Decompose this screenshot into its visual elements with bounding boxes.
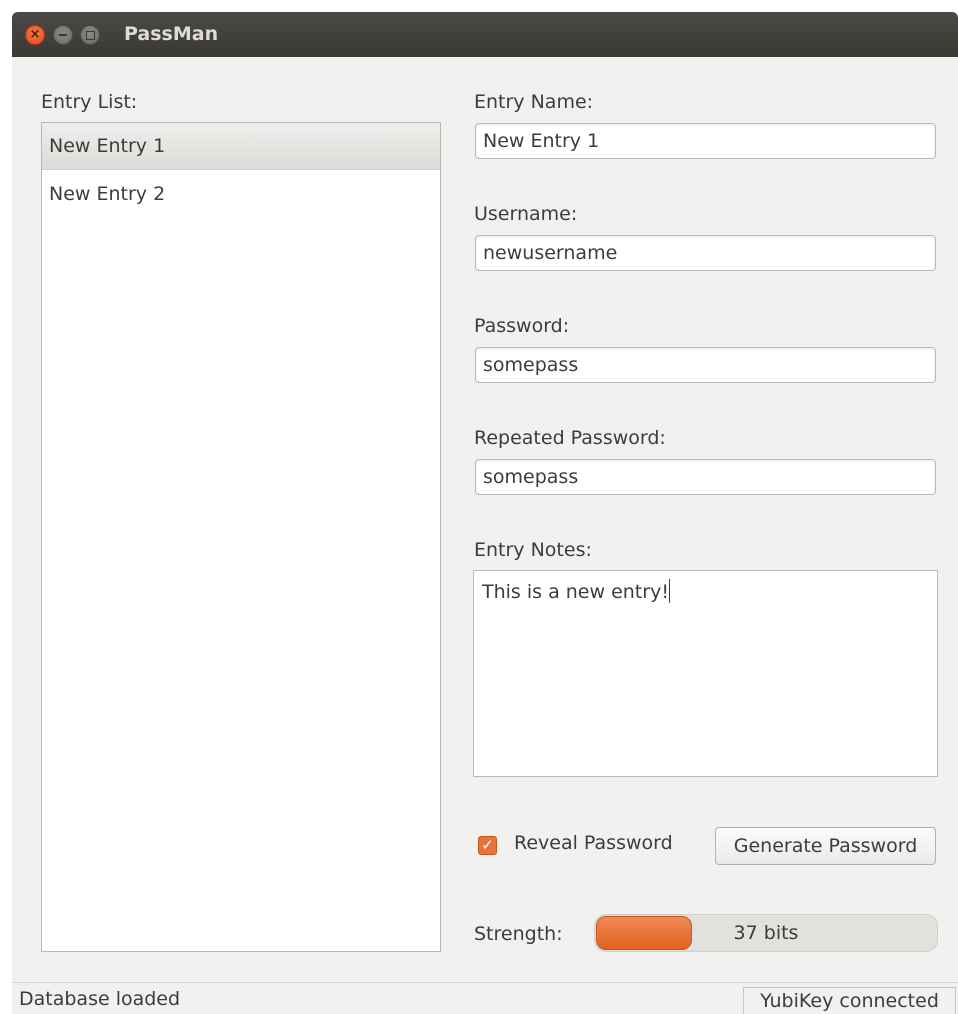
status-message: Database loaded [19, 988, 181, 1010]
passman-window: × PassMan Entry List: New Entry 1 New En… [12, 12, 958, 1014]
text-caret [668, 579, 670, 603]
entry-notes-text: This is a new entry! [482, 581, 669, 603]
username-label: Username: [474, 203, 578, 225]
strength-meter: 37 bits [594, 914, 938, 952]
minimize-window-icon[interactable] [53, 25, 73, 45]
reveal-password-checkbox[interactable]: ✓ [478, 836, 497, 855]
repeated-password-label: Repeated Password: [474, 427, 666, 449]
generate-password-button[interactable]: Generate Password [715, 827, 936, 865]
entry-list-label: Entry List: [41, 91, 138, 113]
window-title: PassMan [124, 23, 219, 45]
username-input[interactable]: newusername [475, 235, 936, 271]
password-input[interactable]: somepass [475, 347, 936, 383]
entry-name-input[interactable]: New Entry 1 [475, 123, 936, 159]
list-item-new-entry-2[interactable]: New Entry 2 [42, 171, 440, 218]
title-bar: × PassMan [12, 12, 958, 57]
entry-notes-textarea[interactable]: This is a new entry! [473, 570, 938, 777]
entry-name-label: Entry Name: [474, 91, 594, 113]
list-item-new-entry-1[interactable]: New Entry 1 [42, 123, 440, 170]
repeated-password-input[interactable]: somepass [475, 459, 936, 495]
entry-notes-label: Entry Notes: [474, 539, 592, 561]
maximize-window-icon[interactable] [80, 25, 100, 45]
password-label: Password: [474, 315, 570, 337]
close-window-icon[interactable]: × [25, 25, 45, 45]
status-bar-divider [12, 982, 958, 983]
strength-label: Strength: [474, 923, 563, 945]
reveal-password-label[interactable]: Reveal Password [514, 832, 673, 854]
strength-meter-text: 37 bits [733, 922, 799, 944]
yubikey-status: YubiKey connected [743, 987, 956, 1014]
entry-list[interactable]: New Entry 1 New Entry 2 [41, 122, 441, 952]
